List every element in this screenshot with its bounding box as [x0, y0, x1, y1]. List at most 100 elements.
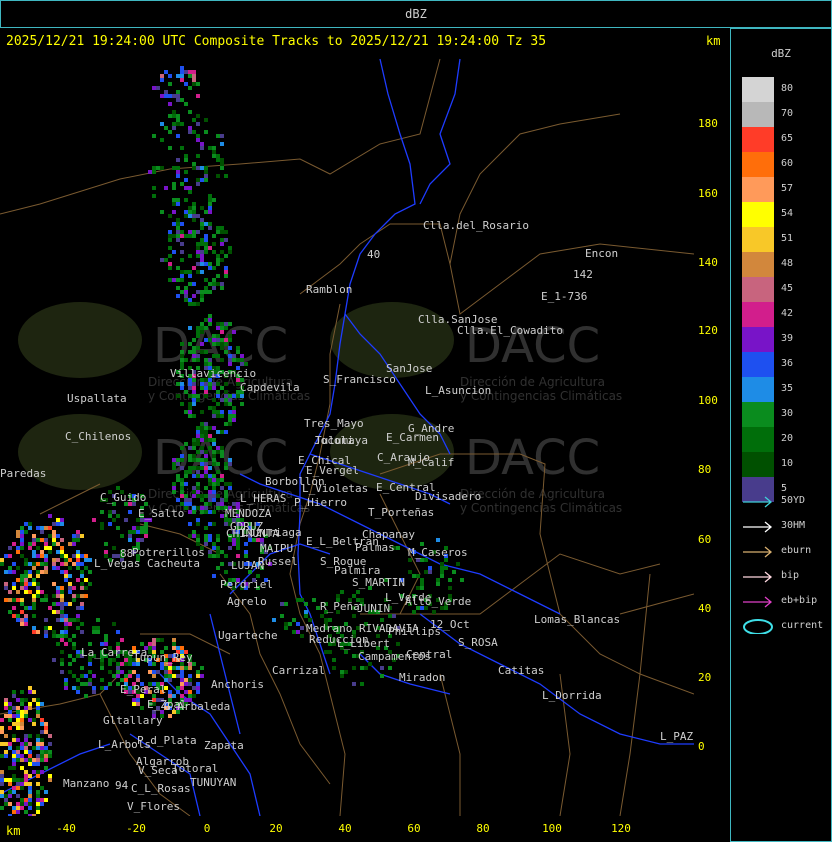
radar-echo-cell	[44, 598, 48, 602]
radar-echo-cell	[80, 594, 84, 598]
radar-echo-cell	[168, 266, 172, 270]
radar-echo-cell	[200, 262, 204, 266]
radar-echo-cell	[116, 674, 120, 678]
radar-echo-cell	[204, 430, 208, 434]
radar-echo-cell	[180, 122, 184, 126]
radar-echo-cell	[16, 530, 20, 534]
radar-echo-cell	[24, 778, 28, 782]
radar-echo-cell	[448, 578, 452, 582]
radar-echo-cell	[216, 282, 220, 286]
radar-echo-cell	[176, 462, 180, 466]
x-tick-label: 40	[338, 822, 352, 835]
radar-echo-cell	[24, 802, 28, 806]
radar-echo-cell	[0, 778, 4, 782]
place-label: V_Flores	[127, 800, 180, 813]
radar-echo-cell	[8, 746, 12, 750]
radar-echo-cell	[28, 758, 32, 762]
legend-level-label: 36	[781, 358, 794, 369]
radar-echo-cell	[216, 538, 220, 542]
radar-echo-cell	[176, 94, 180, 98]
radar-echo-cell	[212, 282, 216, 286]
radar-echo-cell	[224, 430, 228, 434]
radar-echo-cell	[40, 754, 44, 758]
radar-echo-cell	[152, 186, 156, 190]
radar-echo-cell	[212, 442, 216, 446]
radar-echo-cell	[212, 146, 216, 150]
radar-echo-cell	[144, 526, 148, 530]
radar-echo-cell	[20, 542, 24, 546]
radar-echo-cell	[180, 146, 184, 150]
radar-echo-cell	[96, 630, 100, 634]
radar-echo-cell	[204, 470, 208, 474]
radar-echo-cell	[68, 618, 72, 622]
radar-echo-cell	[204, 474, 208, 478]
radar-echo-cell	[28, 706, 32, 710]
radar-echo-cell	[20, 778, 24, 782]
radar-echo-cell	[184, 170, 188, 174]
title-bar: dBZ	[0, 0, 832, 28]
radar-echo-cell	[196, 114, 200, 118]
radar-echo-cell	[200, 226, 204, 230]
place-label: Tupun_Rey	[133, 651, 193, 664]
radar-echo-cell	[48, 546, 52, 550]
legend-swatch	[742, 277, 774, 302]
radar-echo-cell	[152, 170, 156, 174]
place-label: Carrizal	[272, 664, 325, 677]
radar-echo-cell	[32, 566, 36, 570]
radar-echo-cell	[36, 702, 40, 706]
radar-echo-cell	[4, 706, 8, 710]
radar-echo-cell	[224, 570, 228, 574]
radar-echo-cell	[20, 726, 24, 730]
radar-echo-cell	[212, 398, 216, 402]
radar-echo-cell	[160, 138, 164, 142]
radar-echo-cell	[212, 454, 216, 458]
radar-echo-cell	[224, 274, 228, 278]
radar-echo-cell	[192, 414, 196, 418]
radar-echo-cell	[12, 738, 16, 742]
radar-echo-cell	[60, 614, 64, 618]
radar-map[interactable]: DACCDirección de Agriculturay Contingenc…	[0, 54, 694, 816]
radar-echo-cell	[52, 594, 56, 598]
legend-level-label: 30	[781, 408, 794, 419]
radar-echo-cell	[128, 538, 132, 542]
radar-echo-cell	[64, 686, 68, 690]
radar-echo-cell	[304, 610, 308, 614]
radar-echo-cell	[204, 466, 208, 470]
radar-echo-cell	[212, 450, 216, 454]
radar-map-canvas[interactable]: DACCDirección de Agriculturay Contingenc…	[0, 54, 694, 816]
radar-echo-cell	[200, 270, 204, 274]
radar-echo-cell	[176, 90, 180, 94]
radar-echo-cell	[224, 482, 228, 486]
radar-echo-cell	[168, 230, 172, 234]
radar-echo-cell	[220, 322, 224, 326]
x-tick-label: 80	[476, 822, 490, 835]
radar-echo-cell	[12, 562, 16, 566]
radar-echo-cell	[204, 362, 208, 366]
radar-echo-cell	[28, 802, 32, 806]
radar-echo-cell	[208, 538, 212, 542]
place-label: TUNUYAN	[190, 776, 236, 789]
radar-echo-cell	[64, 618, 68, 622]
radar-echo-cell	[60, 550, 64, 554]
radar-echo-cell	[36, 742, 40, 746]
radar-echo-cell	[56, 610, 60, 614]
radar-echo-cell	[220, 230, 224, 234]
radar-echo-cell	[64, 558, 68, 562]
radar-echo-cell	[68, 542, 72, 546]
radar-echo-cell	[172, 466, 176, 470]
radar-echo-cell	[72, 534, 76, 538]
radar-echo-cell	[12, 778, 16, 782]
radar-echo-cell	[180, 646, 184, 650]
radar-echo-cell	[196, 94, 200, 98]
radar-echo-cell	[228, 422, 232, 426]
radar-echo-cell	[208, 362, 212, 366]
radar-echo-cell	[204, 166, 208, 170]
radar-echo-cell	[28, 790, 32, 794]
radar-echo-cell	[212, 242, 216, 246]
radar-echo-cell	[64, 626, 68, 630]
radar-echo-cell	[188, 234, 192, 238]
radar-echo-cell	[40, 786, 44, 790]
radar-echo-cell	[216, 342, 220, 346]
radar-echo-cell	[208, 194, 212, 198]
radar-echo-cell	[188, 534, 192, 538]
